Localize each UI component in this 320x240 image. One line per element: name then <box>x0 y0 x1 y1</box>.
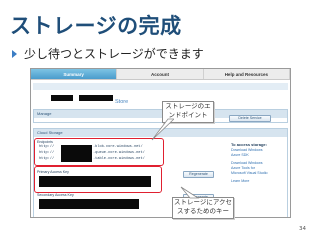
key-callout: ストレージにアクセスするためのキー <box>172 197 234 219</box>
delete-service-button[interactable]: Delete Service <box>229 115 271 122</box>
page-number: 34 <box>299 226 306 232</box>
download-sdk-link[interactable]: Download Windows <box>231 148 263 152</box>
redacted-secondary-key <box>39 199 139 209</box>
key-callout-text: ストレージにアクセスするためのキー <box>173 198 233 215</box>
download-tools-link[interactable]: Download Windows <box>231 161 263 165</box>
endpoint-callout-text: ストレージのエンドポイント <box>165 102 211 119</box>
primary-key-highlight <box>34 166 162 193</box>
bullet-text: 少し待つとストレージができます <box>24 47 204 61</box>
secondary-key-label: Secondary Access Key <box>37 193 74 197</box>
download-sdk-link-line2[interactable]: Azure SDK <box>231 153 249 157</box>
bullet-item: 少し待つとストレージができます <box>12 45 204 62</box>
endpoints-highlight <box>34 138 164 166</box>
slide-title: ストレージの完成 <box>10 14 182 38</box>
learn-more-link[interactable]: Learn More <box>231 179 249 183</box>
access-storage-heading: To access storage: <box>231 142 267 147</box>
download-tools-link-line2[interactable]: Azure Tools for <box>231 166 255 170</box>
key-callout-pointer <box>180 186 200 199</box>
bullet-arrow-icon <box>12 49 17 58</box>
download-tools-link-line3[interactable]: Microsoft Visual Studio <box>231 171 268 175</box>
portal-tabbar: Summary Account Help and Resources <box>31 69 290 80</box>
redacted-block <box>79 95 113 101</box>
tab-summary[interactable]: Summary <box>31 69 118 79</box>
tab-account[interactable]: Account <box>117 69 204 79</box>
header-band <box>33 83 288 90</box>
endpoint-callout-pointer <box>151 118 174 141</box>
redacted-block <box>51 95 73 101</box>
regenerate-primary-button[interactable]: Regenerate <box>183 171 214 178</box>
tab-help-and-resources[interactable]: Help and Resources <box>204 69 290 79</box>
store-label: Store <box>115 99 129 105</box>
